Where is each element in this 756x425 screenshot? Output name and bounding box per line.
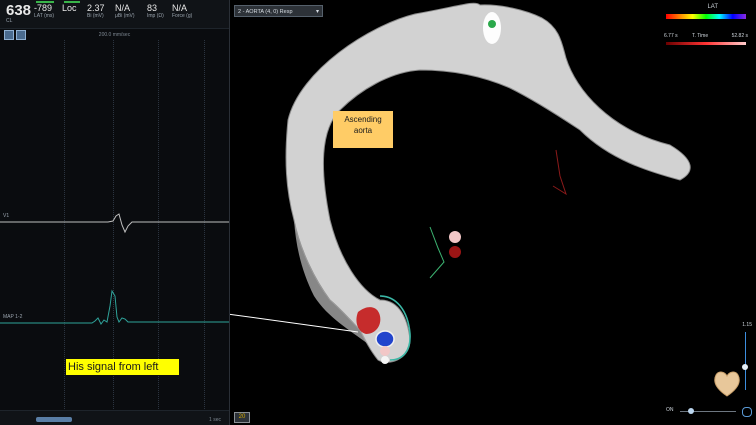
aorta-3d-map[interactable] xyxy=(230,0,756,425)
view-preset-button[interactable]: 20 xyxy=(234,412,250,423)
aorta-surface xyxy=(285,2,691,363)
his-signal-annotation: His signal from left xyxy=(66,359,179,375)
catheter-shadow-red xyxy=(552,149,567,196)
zoom-reset-icon[interactable] xyxy=(742,407,752,417)
ablation-point-white xyxy=(381,356,389,364)
ablation-point-pink xyxy=(380,346,390,356)
ecg-bottom-bar: 1 sec xyxy=(0,410,229,425)
location-tag-pink xyxy=(449,231,461,243)
ostium-tag-green xyxy=(488,20,496,28)
time-scale-label: 1 sec xyxy=(209,417,221,423)
heart-icon[interactable] xyxy=(710,366,744,400)
map-bottom-bar: 20 ON xyxy=(230,407,756,425)
zoom-control[interactable]: ON xyxy=(666,407,752,417)
ecg-panel: 638 CL -789 LAT (ms) Loc 2.37 Bi (mV) N/… xyxy=(0,0,230,425)
slider-track[interactable] xyxy=(745,332,746,390)
ecg-scrollbar[interactable] xyxy=(36,417,72,422)
zoom-knob[interactable] xyxy=(688,408,694,414)
zoom-on-label: ON xyxy=(666,407,674,413)
ablation-point-blue xyxy=(375,330,395,348)
location-tag-red xyxy=(449,246,461,258)
ecg-trace-his xyxy=(0,289,229,325)
ecg-trace-v1 xyxy=(0,213,229,234)
ascending-aorta-annotation: Ascending aorta xyxy=(333,111,393,148)
catheter-shadow-green xyxy=(429,226,445,279)
slider-value: 1.15 xyxy=(742,322,752,328)
map-viewer-panel: 2 - AORTA (4, 0) Resp ▾ LAT 6.77 s T. Ti… xyxy=(230,0,756,425)
carto-mapping-workspace: 638 CL -789 LAT (ms) Loc 2.37 Bi (mV) N/… xyxy=(0,0,756,425)
